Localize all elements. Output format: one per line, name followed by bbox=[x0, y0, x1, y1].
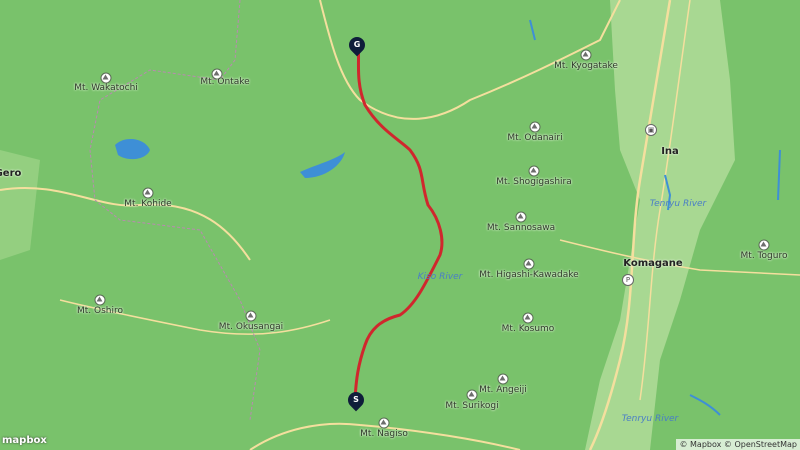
peak-label: Mt. Oshiro bbox=[76, 306, 124, 316]
peak-label: Mt. Kohide bbox=[124, 199, 172, 209]
peak-icon bbox=[580, 49, 592, 61]
peak-label: Mt. Angeiji bbox=[479, 385, 527, 395]
peak-label: Mt. Sannosawa bbox=[486, 223, 556, 233]
city-icon: ▣ bbox=[645, 124, 657, 136]
city-icon: P bbox=[622, 274, 634, 286]
peak-icon bbox=[466, 389, 478, 401]
peak-icon bbox=[523, 258, 535, 270]
terrain-layer bbox=[0, 0, 800, 450]
peak-icon bbox=[528, 165, 540, 177]
peak-label: Mt. Shogigashira bbox=[496, 177, 572, 187]
mapbox-logo[interactable]: mapbox bbox=[2, 435, 47, 446]
peak-label: Mt. Kosumo bbox=[501, 324, 555, 334]
city-label-gero: Gero bbox=[0, 168, 22, 179]
peak-label: Mt. Kyogatake bbox=[554, 61, 618, 71]
peak-label: Mt. Odanairi bbox=[507, 133, 563, 143]
map-canvas[interactable]: Mt. Ontake Mt. Wakatochi Mt. Kohide Mt. … bbox=[0, 0, 800, 450]
peak-icon bbox=[522, 312, 534, 324]
peak-label: Mt. Ontake bbox=[200, 77, 250, 87]
peak-label: Mt. Wakatochi bbox=[74, 83, 138, 93]
route-line bbox=[353, 44, 444, 401]
peak-icon bbox=[378, 417, 390, 429]
peak-label: Mt. Nagiso bbox=[360, 429, 408, 439]
peak-icon bbox=[758, 239, 770, 251]
peak-label: Mt. Toguro bbox=[740, 251, 788, 261]
river-label-tenryu: Tenryu River bbox=[649, 199, 707, 209]
river-label-kiso: Kiso River bbox=[417, 272, 463, 282]
peak-icon bbox=[94, 294, 106, 306]
peak-label: Mt. Higashi-Kawadake bbox=[479, 270, 579, 280]
peak-icon bbox=[515, 211, 527, 223]
peak-icon bbox=[245, 310, 257, 322]
start-marker-icon[interactable]: S bbox=[344, 388, 368, 412]
peak-icon bbox=[497, 373, 509, 385]
peak-icon bbox=[100, 72, 112, 84]
river-label-tenryu-south: Tenryu River bbox=[621, 414, 679, 424]
peak-icon bbox=[142, 187, 154, 199]
city-label-ina: Ina bbox=[661, 146, 679, 157]
start-marker-label: S bbox=[353, 395, 359, 404]
peak-icon bbox=[529, 121, 541, 133]
goal-marker-icon[interactable]: G bbox=[345, 33, 369, 57]
peak-label: Mt. Surikogi bbox=[445, 401, 499, 411]
peak-label: Mt. Okusangai bbox=[218, 322, 284, 332]
attribution[interactable]: © Mapbox © OpenStreetMap bbox=[676, 439, 800, 450]
goal-marker-label: G bbox=[353, 40, 361, 49]
city-label-komagane: Komagane bbox=[623, 258, 683, 269]
